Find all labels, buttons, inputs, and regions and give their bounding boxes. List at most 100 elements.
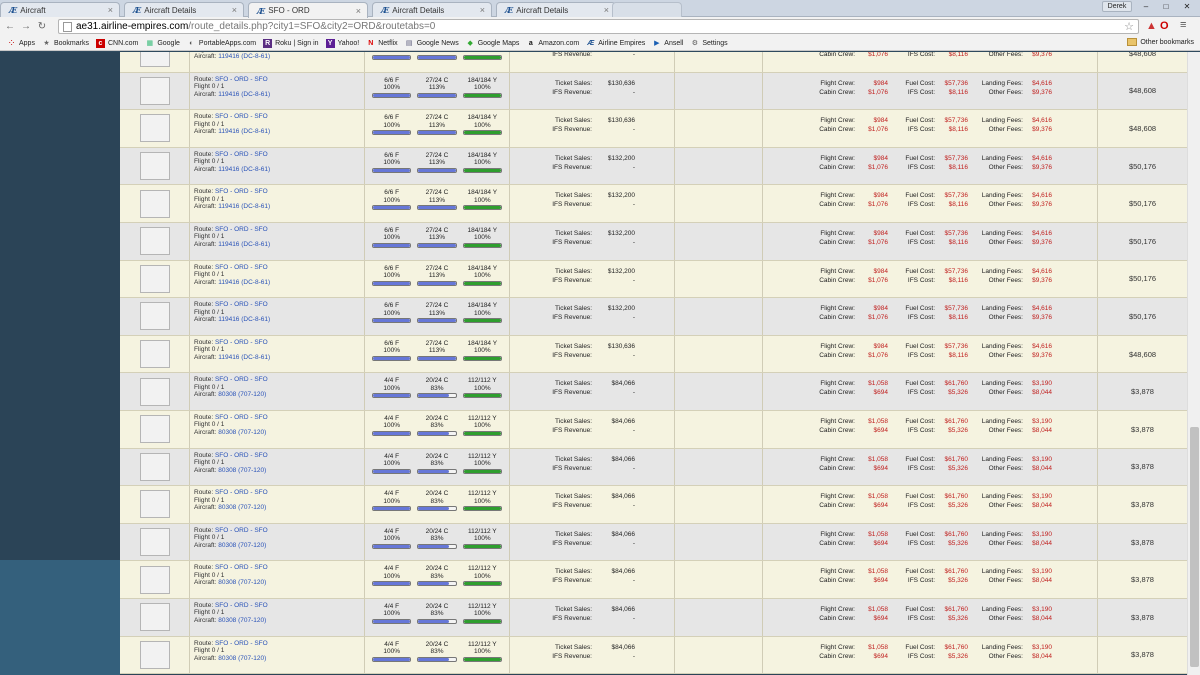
bookmark-cnn[interactable]: c CNN.com [95,38,138,48]
close-icon[interactable]: × [108,5,113,15]
bookmark-google-news[interactable]: ▤ Google News [405,39,459,48]
bookmark-netflix[interactable]: N Netflix [366,39,397,48]
tab-sfo-ord[interactable]: Æ SFO - ORD × [248,2,368,18]
aircraft-link[interactable]: 119416 (DC-8-61) [218,91,270,98]
opera-extension-icon[interactable]: O [1160,20,1169,32]
close-icon[interactable]: × [356,6,361,16]
business-class-load: 20/24 C 83% [415,528,459,549]
aircraft-link[interactable]: 119416 (DC-8-61) [218,203,270,210]
extension-icon[interactable]: ▲ [1146,20,1157,32]
route-link[interactable]: SFO - ORD - SFO [215,226,268,233]
maximize-button[interactable]: □ [1156,0,1176,12]
minimize-button[interactable]: – [1136,0,1156,12]
economy-class-load-bar [462,167,503,173]
aircraft-thumbnail[interactable] [139,189,170,218]
route-label: Route: [194,413,214,421]
route-link[interactable]: SFO - ORD - SFO [215,527,268,534]
aircraft-thumbnail[interactable] [139,152,170,181]
aircraft-link[interactable]: 119416 (DC-8-61) [218,53,270,60]
aircraft-link[interactable]: 119416 (DC-8-61) [218,241,270,248]
aircraft-thumbnail[interactable] [139,490,170,519]
forward-icon[interactable]: → [20,21,32,32]
reload-icon[interactable]: ↻ [36,21,48,32]
other-bookmarks[interactable]: Other bookmarks [1127,38,1194,46]
bookmark-amazon[interactable]: a Amazon.com [526,39,579,48]
bookmark-star-icon[interactable]: ☆ [1124,20,1134,33]
aircraft-thumbnail[interactable] [139,528,170,557]
tab-aircraft[interactable]: Æ Aircraft × [0,2,120,17]
aircraft-thumbnail[interactable] [139,340,170,369]
route-link[interactable]: SFO - ORD - SFO [215,564,268,571]
bookmark-portableapps[interactable]: ◐ PortableApps.com [187,39,256,48]
aircraft-link[interactable]: 119416 (DC-8-61) [218,128,270,135]
economy-class-load: 184/184 Y 100% [461,114,505,136]
aircraft-thumbnail[interactable] [139,114,170,143]
route-link[interactable]: SFO - ORD - SFO [215,376,268,383]
aircraft-link[interactable]: 119416 (DC-8-61) [218,354,270,361]
aircraft-thumbnail[interactable] [139,52,170,68]
table-row: Route: SFO - ORD - SFO Flight 0 / 1 Airc… [120,636,1187,675]
aircraft-link[interactable]: 80308 (707-120) [218,655,266,662]
bookmark-apps[interactable]: ⁘ Apps [7,39,35,48]
route-link[interactable]: SFO - ORD - SFO [215,414,268,421]
bookmark-settings[interactable]: ⚙ Settings [690,39,728,48]
aircraft-thumbnail[interactable] [139,264,170,293]
tab-aircraft-details-3[interactable]: Æ Aircraft Details × [496,2,616,17]
new-tab-button[interactable] [612,2,682,17]
route-link[interactable]: SFO - ORD - SFO [215,640,268,647]
route-link[interactable]: SFO - ORD - SFO [215,489,268,496]
economy-class-load: 112/112 Y 100% [461,490,505,512]
bookmark-ansell[interactable]: ▶ Ansell [652,39,683,48]
aircraft-link[interactable]: 80308 (707-120) [218,579,266,586]
close-window-button[interactable]: ✕ [1176,0,1198,12]
revenue-cell: Ticket Sales: $84,066 IFS Revenue: - [510,448,675,486]
route-info-cell: Route: SFO - ORD - SFO Flight 0 / 1 Airc… [190,486,365,523]
close-icon[interactable]: × [604,5,609,15]
close-icon[interactable]: × [480,5,485,15]
menu-icon[interactable]: ≡ [1180,19,1186,31]
aircraft-link[interactable]: 80308 (707-120) [218,467,266,474]
route-link[interactable]: SFO - ORD - SFO [215,301,268,308]
tab-aircraft-details-2[interactable]: Æ Aircraft Details × [372,2,492,17]
aircraft-thumbnail[interactable] [139,227,170,256]
bookmark-google-maps[interactable]: ◆ Google Maps [466,39,520,48]
aircraft-thumbnail[interactable] [139,415,170,444]
ifs-cost-value: $8,116 [948,52,968,58]
route-link[interactable]: SFO - ORD - SFO [215,151,268,158]
bookmark-bookmarks[interactable]: ★ Bookmarks [42,39,89,48]
aircraft-link[interactable]: 80308 (707-120) [218,391,266,398]
bookmark-roku[interactable]: R Roku | Sign in [263,38,319,48]
vertical-scrollbar[interactable] [1187,52,1200,675]
bookmark-google[interactable]: ▦ Google [145,39,180,48]
route-link[interactable]: SFO - ORD - SFO [215,188,268,195]
aircraft-thumbnail[interactable] [139,76,170,105]
route-link[interactable]: SFO - ORD - SFO [215,264,268,271]
tab-aircraft-details[interactable]: Æ Aircraft Details × [124,2,244,17]
aircraft-link[interactable]: 119416 (DC-8-61) [218,316,270,323]
scrollbar-thumb[interactable] [1190,427,1199,667]
address-bar[interactable]: ae31.airline-empires.com /route_details.… [58,19,1139,34]
aircraft-thumbnail[interactable] [139,565,170,594]
aircraft-link[interactable]: 119416 (DC-8-61) [218,279,270,286]
aircraft-link[interactable]: 80308 (707-120) [218,429,266,436]
aircraft-link[interactable]: 80308 (707-120) [218,542,266,549]
aircraft-thumbnail[interactable] [139,603,170,632]
route-link[interactable]: SFO - ORD - SFO [215,113,268,120]
aircraft-link[interactable]: 80308 (707-120) [218,617,266,624]
close-icon[interactable]: × [232,5,237,15]
aircraft-thumbnail[interactable] [139,452,170,481]
bookmark-yahoo[interactable]: Y Yahoo! [325,38,359,48]
aircraft-thumbnail[interactable] [139,640,170,669]
route-link[interactable]: SFO - ORD - SFO [215,602,268,609]
route-link[interactable]: SFO - ORD - SFO [215,339,268,346]
ifs-cost-value: $5,326 [948,464,968,472]
aircraft-thumbnail[interactable] [139,302,170,331]
bookmark-airline-empires[interactable]: Æ Airline Empires [586,39,645,48]
aircraft-thumbnail[interactable] [139,377,170,406]
route-link[interactable]: SFO - ORD - SFO [215,452,268,459]
back-icon[interactable]: ← [4,21,16,32]
profile-button[interactable]: Derek [1102,1,1132,12]
aircraft-link[interactable]: 80308 (707-120) [218,504,266,511]
aircraft-link[interactable]: 119416 (DC-8-61) [218,166,270,173]
route-link[interactable]: SFO - ORD - SFO [215,76,268,83]
